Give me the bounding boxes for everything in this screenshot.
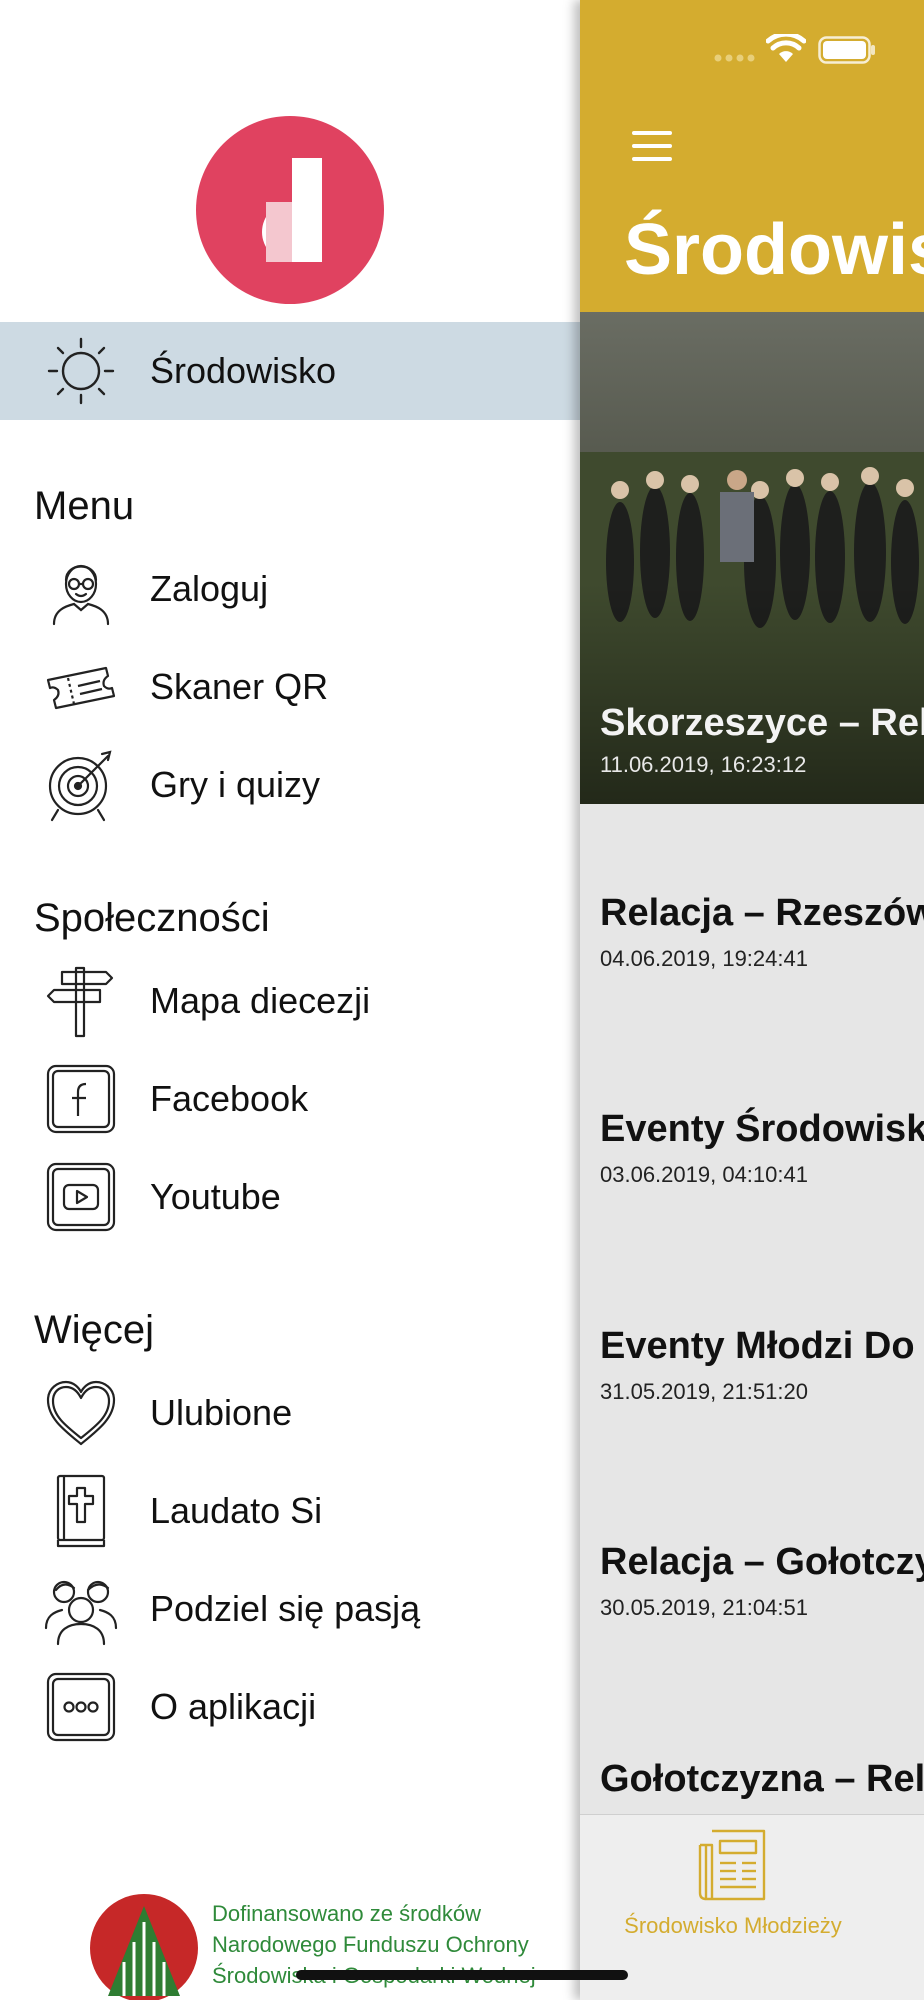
home-indicator [296, 1970, 628, 1980]
news-item[interactable]: Relacja – Rzeszów 04.06.2019, 19:24:41 [580, 890, 924, 1090]
tab-bar: Środowisko Młodzieży [580, 1814, 924, 2000]
news-item[interactable]: Eventy Młodzi Do 31.05.2019, 21:51:20 [580, 1323, 924, 1523]
drawer-item-label: Zaloguj [150, 568, 269, 609]
sun-icon [44, 334, 118, 408]
signpost-icon [44, 964, 118, 1038]
drawer-item-label: O aplikacji [150, 1686, 317, 1727]
bible-icon [44, 1474, 118, 1548]
side-drawer: Środowisko Menu Zaloguj Skaner QR Gry i … [0, 0, 580, 2000]
drawer-item-gry-i-quizy[interactable]: Gry i quizy [0, 738, 580, 832]
youtube-icon [44, 1160, 118, 1234]
drawer-item-facebook[interactable]: Facebook [0, 1052, 580, 1146]
people-icon [44, 1572, 118, 1646]
newspaper-icon[interactable] [698, 1825, 770, 1907]
page-title: Środowisko [624, 210, 924, 290]
news-item-title: Relacja – Gołotczyzna [600, 1541, 924, 1583]
drawer-item-label: Środowisko [150, 350, 337, 391]
news-item-date: 03.06.2019, 04:10:41 [600, 1162, 808, 1187]
more-icon [44, 1670, 118, 1744]
content-panel[interactable]: Środowi sko [580, 0, 924, 2000]
drawer-item-label: Laudato Si [150, 1490, 323, 1531]
news-item-date: 31.05.2019, 21:51:20 [600, 1379, 808, 1404]
nfosigw-logo [88, 1892, 200, 2000]
signal-icon [714, 54, 755, 62]
section-title-menu: Menu [34, 484, 135, 528]
drawer-item-srodowisko[interactable]: Środowisko [0, 322, 580, 420]
drawer-item-label: Youtube [150, 1176, 281, 1217]
news-item[interactable]: Eventy Środowisko 03.06.2019, 04:10:41 [580, 1106, 924, 1306]
ticket-icon [44, 650, 118, 724]
header-bar: Środowisko [580, 0, 924, 312]
facebook-icon [44, 1062, 118, 1136]
drawer-item-label: Facebook [150, 1078, 309, 1119]
drawer-item-laudato-si[interactable]: Laudato Si [0, 1464, 580, 1558]
drawer-item-label: Ulubione [150, 1392, 293, 1433]
drawer-item-zaloguj[interactable]: Zaloguj [0, 542, 580, 636]
drawer-item-o-aplikacji[interactable]: O aplikacji [0, 1660, 580, 1754]
section-title-spolecznosci: Społeczności [34, 896, 270, 940]
tab-label[interactable]: Środowisko Młodzieży [580, 1913, 886, 1939]
news-item-date: 30.05.2019, 21:04:51 [600, 1595, 808, 1620]
drawer-item-podziel-sie-pasja[interactable]: Podziel się pasją [0, 1562, 580, 1656]
wifi-icon [766, 34, 806, 62]
drawer-item-skaner-qr[interactable]: Skaner QR [0, 640, 580, 734]
funding-banner: Dofinansowano ze środków Narodowego Fund… [88, 1888, 548, 2000]
drawer-item-label: Skaner QR [150, 666, 329, 707]
app-logo [196, 116, 384, 304]
heart-icon [44, 1376, 118, 1450]
featured-article-date: 11.06.2019, 16:23:12 [600, 752, 807, 777]
news-item[interactable]: Relacja – Gołotczyzna 30.05.2019, 21:04:… [580, 1539, 924, 1739]
drawer-item-mapa-diecezji[interactable]: Mapa diecezji [0, 954, 580, 1048]
hamburger-menu-icon[interactable] [630, 128, 674, 164]
drawer-item-label: Podziel się pasją [150, 1588, 421, 1629]
battery-icon [818, 36, 875, 64]
featured-article-title: Skorzeszyce – Relacja [600, 702, 924, 744]
drawer-item-label: Gry i quizy [150, 764, 321, 805]
news-item-title: Eventy Młodzi Do [600, 1325, 915, 1367]
user-avatar-icon [44, 552, 118, 626]
news-item-title: Eventy Środowisko [600, 1108, 924, 1150]
section-title-wiecej: Więcej [34, 1308, 155, 1352]
news-item-title: Relacja – Rzeszów [600, 892, 924, 934]
target-icon [44, 748, 118, 822]
drawer-item-ulubione[interactable]: Ulubione [0, 1366, 580, 1460]
news-item-date: 04.06.2019, 19:24:41 [600, 946, 808, 971]
drawer-item-youtube[interactable]: Youtube [0, 1150, 580, 1244]
drawer-item-label: Mapa diecezji [150, 980, 371, 1021]
news-item-title: Gołotczyzna – Relacja [600, 1758, 924, 1800]
